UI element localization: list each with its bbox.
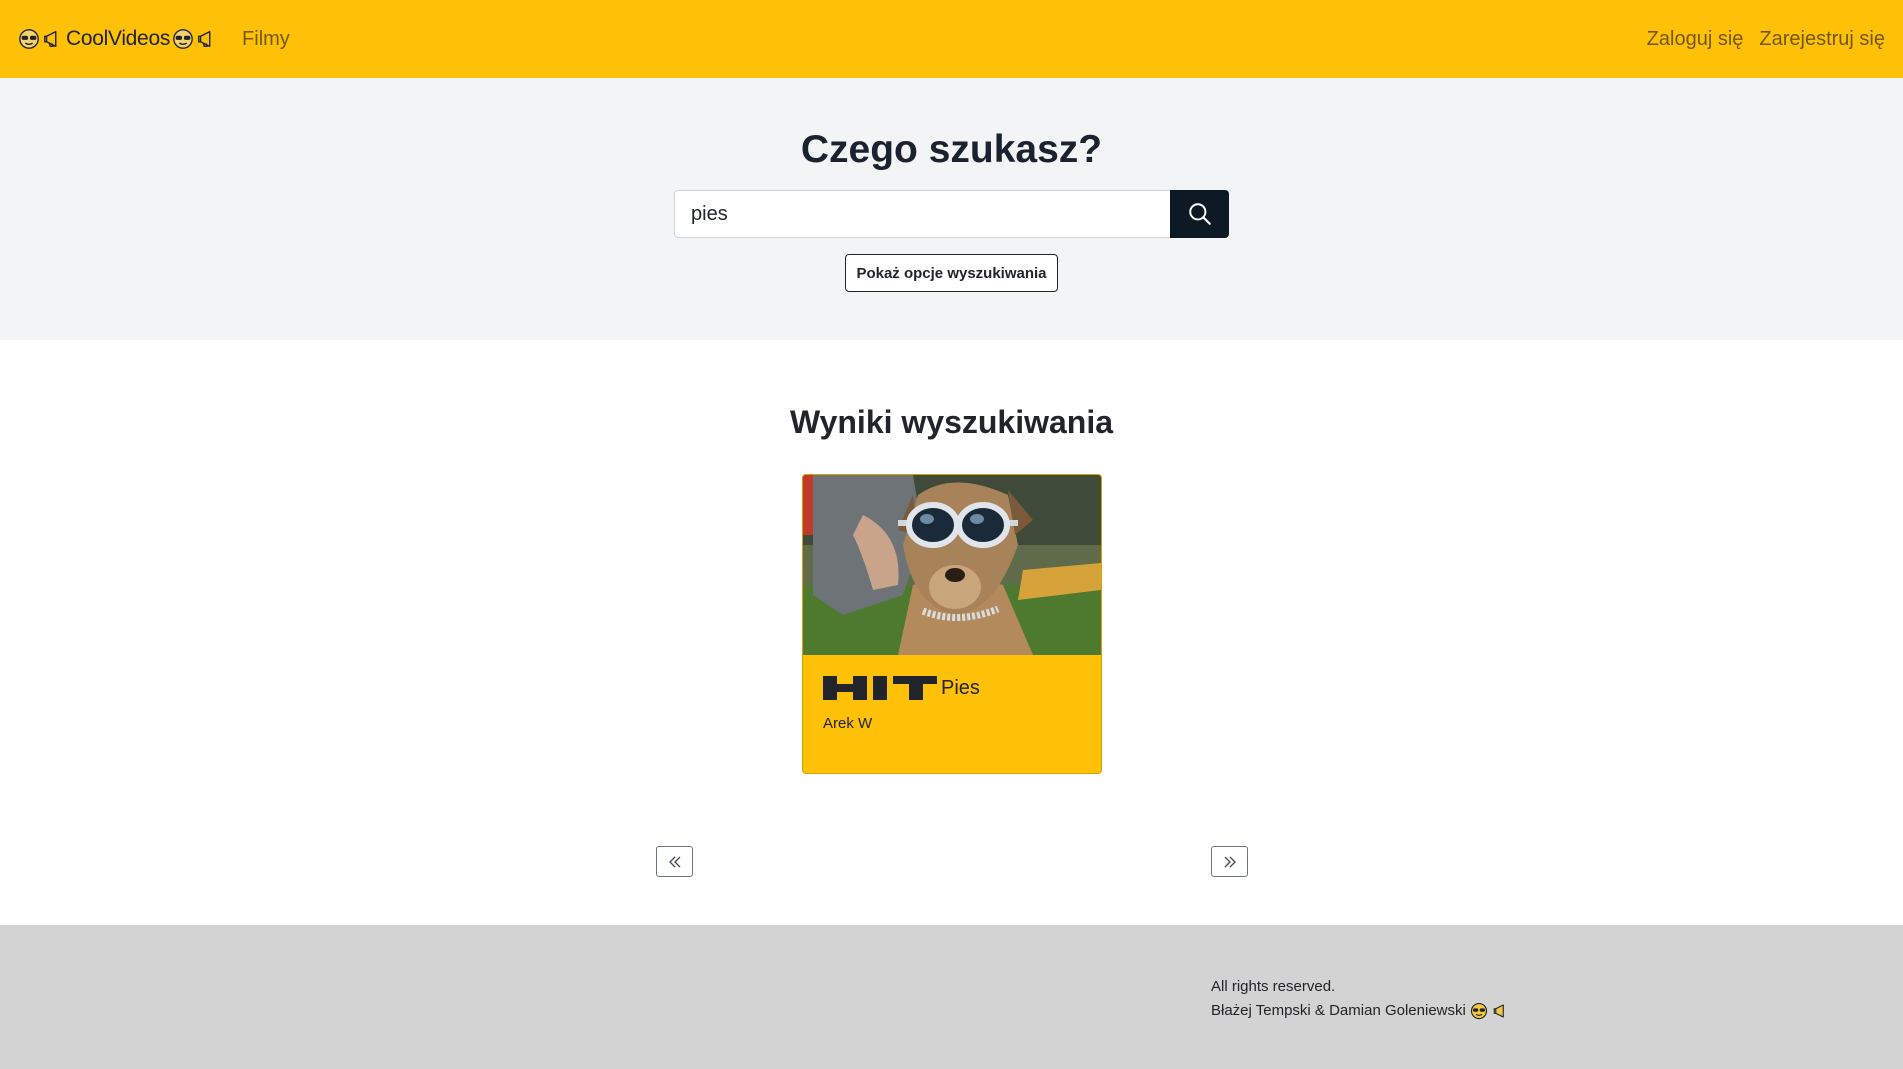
card-title-row: Pies	[823, 676, 980, 700]
chevron-double-right-icon	[1224, 856, 1236, 867]
megaphone-emoji-icon	[1493, 1004, 1504, 1018]
video-card[interactable]: Pies Arek W	[802, 474, 1102, 774]
sunglasses-emoji-icon	[19, 29, 39, 49]
nav-auth-links: Zaloguj się Zarejestruj się	[1647, 28, 1885, 51]
search-heading: Czego szukasz?	[800, 128, 1103, 171]
login-link[interactable]: Zaloguj się	[1647, 28, 1744, 51]
navbar: CoolVideos Filmy Zaloguj się Zarejestruj…	[0, 0, 1903, 78]
search-icon	[1188, 203, 1211, 225]
next-page-button[interactable]	[1211, 846, 1248, 877]
hit-badge-icon	[823, 676, 937, 700]
sunglasses-emoji-icon	[173, 29, 193, 49]
brand-link[interactable]: CoolVideos	[18, 27, 218, 51]
show-search-options-button[interactable]: Pokaż opcje wyszukiwania	[845, 254, 1058, 292]
results-heading: Wyniki wyszukiwania	[789, 404, 1114, 440]
brand-text: CoolVideos	[66, 27, 171, 50]
register-link[interactable]: Zarejestruj się	[1759, 28, 1885, 51]
megaphone-emoji-icon	[44, 30, 57, 48]
video-thumbnail	[803, 475, 1101, 655]
footer-authors: Błażej Tempski & Damian Goleniewski	[1211, 1002, 1466, 1019]
search-input[interactable]	[674, 190, 1170, 238]
sunglasses-emoji-icon	[1470, 1002, 1487, 1020]
search-button[interactable]	[1170, 190, 1229, 238]
video-author: Arek W	[823, 715, 873, 732]
nav-link-films[interactable]: Filmy	[242, 28, 290, 51]
search-bar	[674, 190, 1229, 238]
chevron-double-left-icon	[668, 856, 680, 867]
footer-rights: All rights reserved.	[1211, 978, 1336, 995]
footer-text: All rights reserved. Błażej Tempski & Da…	[1211, 975, 1510, 1023]
search-section: Czego szukasz? Pokaż opcje wyszukiwania	[0, 78, 1903, 340]
previous-page-button[interactable]	[656, 846, 693, 877]
video-title: Pies	[941, 676, 980, 699]
footer-authors-row: Błażej Tempski & Damian Goleniewski	[1211, 999, 1510, 1023]
footer: All rights reserved. Błażej Tempski & Da…	[0, 925, 1903, 1069]
megaphone-emoji-icon	[198, 30, 211, 48]
